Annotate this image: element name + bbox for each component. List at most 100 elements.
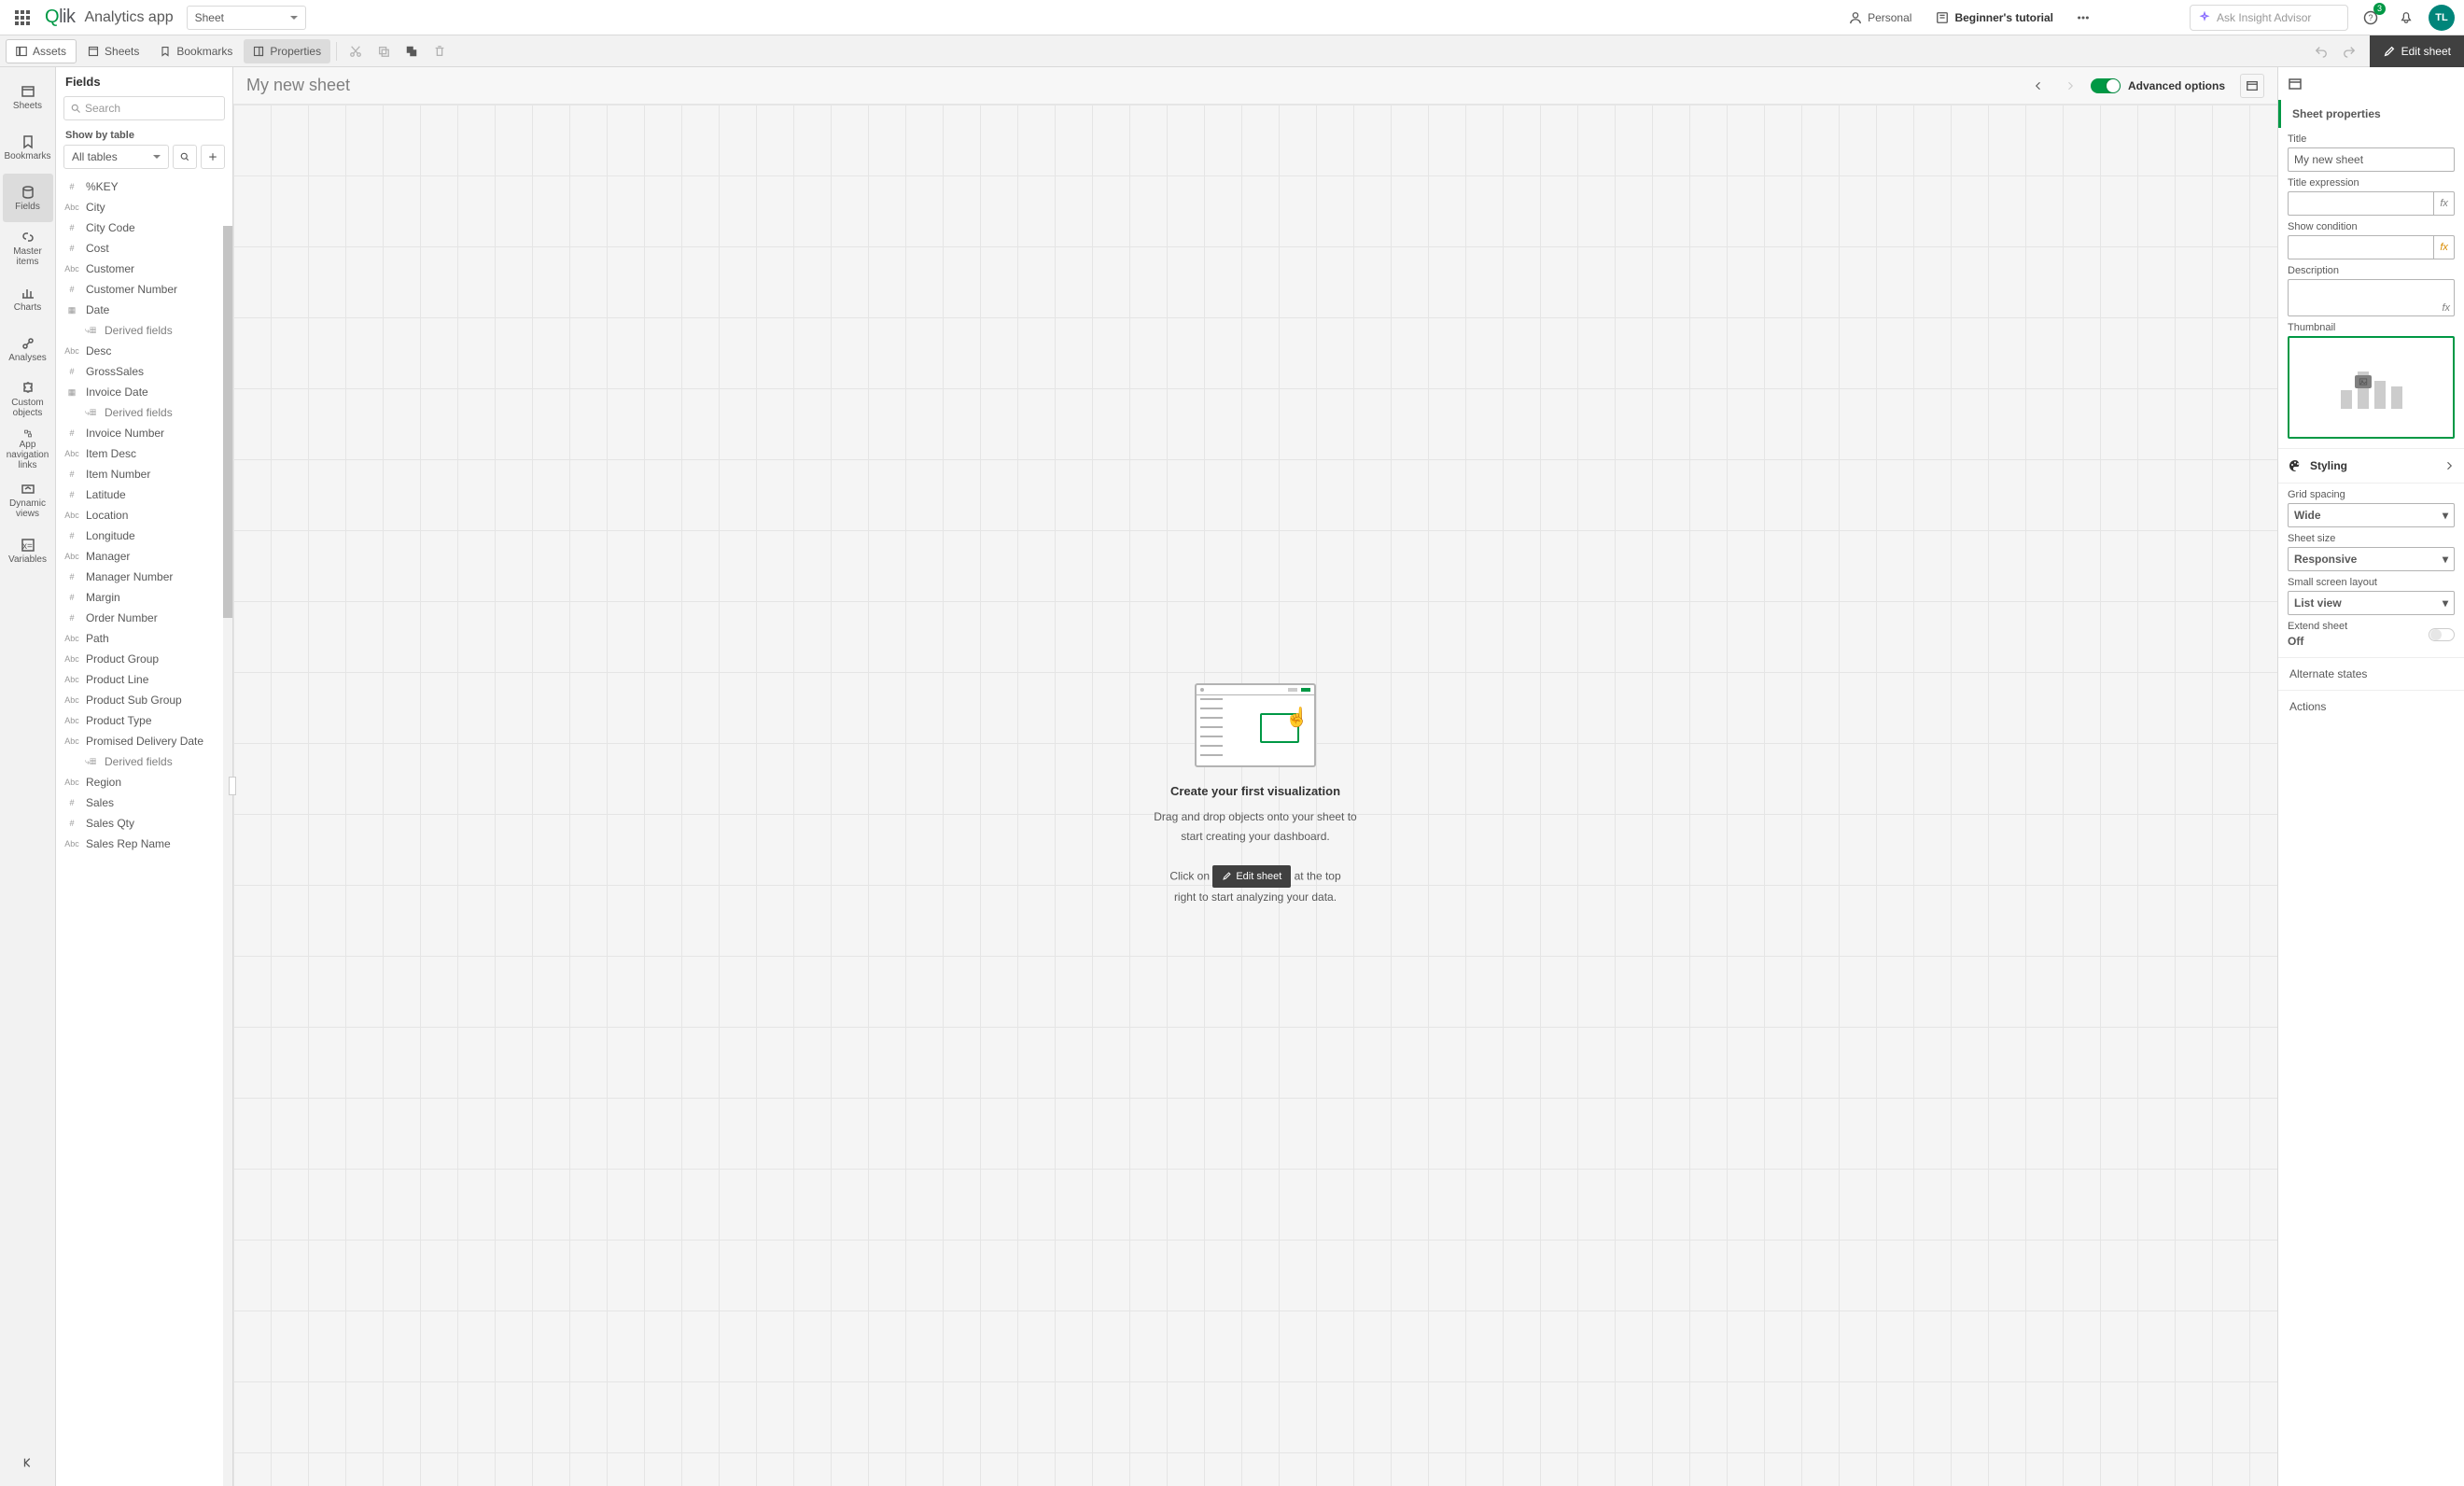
redo-button[interactable] — [2336, 38, 2362, 64]
bell-button[interactable] — [2393, 5, 2419, 31]
tables-select[interactable]: All tables — [63, 145, 169, 169]
field-item[interactable]: AbcPromised Delivery Date — [56, 731, 232, 751]
field-item[interactable]: #GrossSales — [56, 361, 232, 382]
field-item[interactable]: #Longitude — [56, 526, 232, 546]
field-item[interactable]: #Item Number — [56, 464, 232, 484]
field-item[interactable]: AbcManager — [56, 546, 232, 567]
field-item[interactable]: #Cost — [56, 238, 232, 259]
field-item[interactable]: #Customer Number — [56, 279, 232, 300]
sheet-icon-top[interactable] — [2278, 67, 2464, 100]
rail-master-items[interactable]: Master items — [3, 224, 53, 273]
app-title: Analytics app — [84, 9, 173, 26]
show-cond-input[interactable] — [2288, 235, 2433, 259]
sheet-dropdown[interactable]: Sheet — [187, 6, 306, 30]
field-name: Product Sub Group — [86, 694, 182, 707]
field-item[interactable]: AbcLocation — [56, 505, 232, 526]
rail-dynamic-views[interactable]: Dynamic views — [3, 476, 53, 525]
show-cond-fx[interactable]: fx — [2433, 235, 2455, 259]
filter-button[interactable] — [173, 145, 197, 169]
field-item[interactable]: AbcSales Rep Name — [56, 834, 232, 854]
description-input[interactable]: fx — [2288, 279, 2455, 316]
properties-tab[interactable]: Properties — [244, 39, 330, 63]
fields-search[interactable]: Search — [63, 96, 225, 120]
bookmarks-tab[interactable]: Bookmarks — [150, 39, 242, 63]
thumbnail-box[interactable] — [2288, 336, 2455, 439]
field-item[interactable]: #City Code — [56, 217, 232, 238]
alternate-states-accordion[interactable]: Alternate states — [2278, 657, 2464, 690]
next-sheet[interactable] — [2059, 75, 2081, 97]
cut-button[interactable] — [343, 38, 369, 64]
field-item[interactable]: AbcProduct Line — [56, 669, 232, 690]
personal-link[interactable]: Personal — [1841, 11, 1919, 24]
field-item[interactable]: #Invoice Number — [56, 423, 232, 443]
field-item[interactable]: ▦Date — [56, 300, 232, 320]
paste-button[interactable] — [399, 38, 425, 64]
fields-search-placeholder: Search — [85, 102, 120, 115]
field-item[interactable]: #Order Number — [56, 608, 232, 628]
field-item[interactable]: #%KEY — [56, 176, 232, 197]
undo-button[interactable] — [2308, 38, 2334, 64]
field-item[interactable]: AbcCustomer — [56, 259, 232, 279]
delete-button[interactable] — [427, 38, 453, 64]
field-item[interactable]: ▦Invoice Date — [56, 382, 232, 402]
field-item[interactable]: ⤷▦Derived fields — [56, 320, 232, 341]
field-item[interactable]: AbcProduct Type — [56, 710, 232, 731]
extend-sheet-toggle[interactable] — [2429, 628, 2455, 641]
panel-resize-handle[interactable] — [229, 777, 236, 795]
rail-fields[interactable]: Fields — [3, 174, 53, 222]
help-button[interactable]: ? 3 — [2358, 5, 2384, 31]
field-item[interactable]: ⤷▦Derived fields — [56, 402, 232, 423]
rail-charts[interactable]: Charts — [3, 274, 53, 323]
field-list[interactable]: #%KEYAbcCity#City Code#CostAbcCustomer#C… — [56, 176, 232, 1486]
layout-mode-button[interactable] — [2240, 74, 2264, 98]
copy-button[interactable] — [371, 38, 397, 64]
field-item[interactable]: #Latitude — [56, 484, 232, 505]
field-item[interactable]: AbcProduct Group — [56, 649, 232, 669]
field-item[interactable]: #Manager Number — [56, 567, 232, 587]
rail-label: Sheets — [13, 101, 42, 111]
assets-tab[interactable]: Assets — [6, 39, 77, 63]
edit-sheet-button[interactable]: Edit sheet — [2370, 35, 2464, 67]
rail-collapse-button[interactable] — [14, 1449, 42, 1477]
description-fx[interactable]: fx — [2442, 302, 2450, 314]
chart-icon — [21, 286, 35, 301]
field-item[interactable]: ⤷▦Derived fields — [56, 751, 232, 772]
rail-bookmarks[interactable]: Bookmarks — [3, 123, 53, 172]
sheet-canvas[interactable]: ☝ Create your first visualization Drag a… — [233, 105, 2277, 1486]
rail-custom-objects[interactable]: Custom objects — [3, 375, 53, 424]
sheets-tab[interactable]: Sheets — [78, 39, 148, 63]
app-launcher-icon[interactable] — [9, 5, 35, 31]
field-item[interactable]: AbcCity — [56, 197, 232, 217]
field-item[interactable]: AbcPath — [56, 628, 232, 649]
insight-advisor-input[interactable]: Ask Insight Advisor — [2190, 5, 2348, 31]
field-item[interactable]: AbcRegion — [56, 772, 232, 792]
advanced-toggle[interactable]: Advanced options — [2091, 78, 2225, 93]
actions-accordion[interactable]: Actions — [2278, 690, 2464, 722]
field-item[interactable]: #Sales Qty — [56, 813, 232, 834]
grid-spacing-select[interactable]: Wide▾ — [2288, 503, 2455, 527]
styling-row[interactable]: Styling — [2278, 448, 2464, 484]
qlik-logo[interactable]: Qlik — [45, 7, 75, 28]
field-item[interactable]: #Margin — [56, 587, 232, 608]
rail-variables[interactable]: x=Variables — [3, 526, 53, 575]
title-expr-input[interactable] — [2288, 191, 2433, 216]
rail-analyses[interactable]: Analyses — [3, 325, 53, 373]
tutorial-link[interactable]: Beginner's tutorial — [1928, 11, 2061, 24]
field-item[interactable]: AbcProduct Sub Group — [56, 690, 232, 710]
small-screen-select[interactable]: List view▾ — [2288, 591, 2455, 615]
field-item[interactable]: AbcItem Desc — [56, 443, 232, 464]
field-item[interactable]: AbcDesc — [56, 341, 232, 361]
user-avatar[interactable]: TL — [2429, 5, 2455, 31]
field-item[interactable]: #Sales — [56, 792, 232, 813]
title-input[interactable]: My new sheet — [2288, 147, 2455, 172]
rail-label: Analyses — [8, 353, 47, 363]
rail-sheets[interactable]: Sheets — [3, 73, 53, 121]
sheet-size-select[interactable]: Responsive▾ — [2288, 547, 2455, 571]
add-field-button[interactable] — [201, 145, 225, 169]
bell-icon — [2400, 11, 2413, 24]
rail-nav-links[interactable]: App navigation links — [3, 426, 53, 474]
more-menu[interactable] — [2070, 5, 2096, 31]
title-expr-fx[interactable]: fx — [2433, 191, 2455, 216]
prev-sheet[interactable] — [2027, 75, 2050, 97]
scrollbar-thumb[interactable] — [223, 226, 232, 618]
